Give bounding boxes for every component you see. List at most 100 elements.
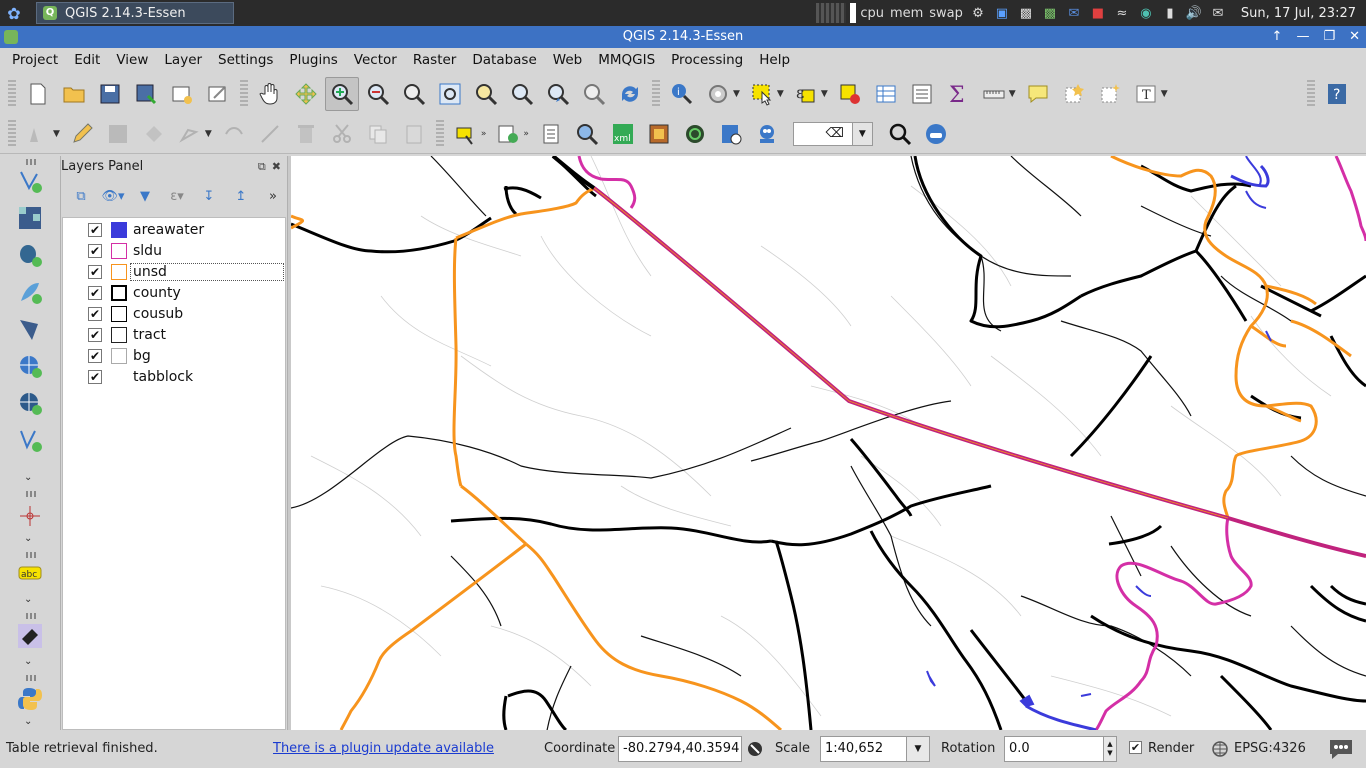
current-edits-icon[interactable] [21,117,55,151]
battery-icon[interactable]: ▮ [1161,4,1179,22]
select-by-expression-icon[interactable]: ε [789,77,823,111]
save-as-icon[interactable] [129,77,163,111]
statistical-summary-icon[interactable]: Σ [941,77,975,111]
spin-down-icon[interactable]: ▼ [1107,749,1112,758]
menu-help[interactable]: Help [751,52,798,68]
paste-features-icon[interactable] [397,117,431,151]
save-project-icon[interactable] [93,77,127,111]
deselect-all-icon[interactable] [833,77,867,111]
search-layer-icon[interactable] [570,117,604,151]
wifi-icon[interactable]: ≈ [1113,4,1131,22]
chevron-down-icon[interactable]: ▼ [733,89,740,99]
map-canvas[interactable] [291,156,1366,730]
menu-mmqgis[interactable]: MMQGIS [590,52,663,68]
taskbar-window-button[interactable]: Q QGIS 2.14.3-Essen [36,2,234,24]
toolbar-grip[interactable] [435,119,444,148]
globe-plugin-icon[interactable] [678,117,712,151]
delete-selected-icon[interactable] [289,117,323,151]
capture-point-icon[interactable] [13,499,47,533]
layer-visibility-checkbox[interactable]: ✔ [88,327,102,342]
zoom-native-icon[interactable] [397,77,431,111]
manage-visibility-icon[interactable]: 👁▾ [99,185,127,207]
new-bookmark-icon[interactable] [1057,77,1091,111]
add-wfs-layer-icon[interactable] [13,423,47,457]
layer-name[interactable]: areawater [133,222,204,238]
map-tips-icon[interactable] [1021,77,1055,111]
layer-name[interactable]: tabblock [133,369,193,385]
add-wcs-layer-icon[interactable] [13,386,47,420]
record-icon[interactable]: ■ [1089,4,1107,22]
run-feature-action-icon[interactable] [701,77,735,111]
zoom-to-selection-icon[interactable] [469,77,503,111]
refresh-icon[interactable] [613,77,647,111]
layer-name[interactable]: county [133,285,181,301]
menu-view[interactable]: View [108,52,156,68]
zoom-full-icon[interactable] [433,77,467,111]
layer-row-unsd[interactable]: ✔ unsd [63,261,285,282]
volume-icon[interactable]: 🔊 [1185,4,1203,22]
rotation-spinner[interactable]: ▲ ▼ [1103,736,1117,762]
toolbar-grip[interactable] [26,675,36,681]
chevron-down-icon[interactable]: ▼ [852,121,873,146]
chevron-right-icon[interactable]: » [481,129,487,139]
menu-processing[interactable]: Processing [663,52,751,68]
add-postgis-layer-icon[interactable] [13,238,47,272]
move-feature-icon[interactable] [173,117,207,151]
collapse-all-icon[interactable]: ↥ [227,185,255,207]
render-checkbox[interactable]: ✔ [1129,741,1142,754]
layer-symbol-swatch[interactable] [111,284,127,301]
cpu-monitor[interactable]: cpu [816,3,884,23]
layer-row-bg[interactable]: ✔ bg [63,345,285,366]
zoom-out-icon[interactable] [361,77,395,111]
copy-features-icon[interactable] [361,117,395,151]
zoom-to-layer-icon[interactable] [505,77,539,111]
expand-all-icon[interactable]: ↧ [195,185,223,207]
layer-name[interactable]: tract [133,327,166,343]
chevron-down-icon[interactable]: ⌄ [24,533,32,544]
layer-row-cousub[interactable]: ✔ cousub [63,303,285,324]
toolbar-grip[interactable] [652,80,660,108]
display-icon[interactable]: ▣ [993,4,1011,22]
chevron-down-icon[interactable]: ⌄ [24,656,32,667]
maximize-button[interactable]: ❐ [1323,26,1335,48]
toolbar-grip[interactable] [8,80,16,108]
settings-gear-icon[interactable]: ⚙ [969,4,987,22]
cut-features-icon[interactable] [325,117,359,151]
plugin-update-link[interactable]: There is a plugin update available [273,741,494,756]
more-tools-icon[interactable]: » [259,185,287,207]
float-panel-icon[interactable]: ⧉ [258,160,266,174]
layer-visibility-checkbox[interactable]: ✔ [88,306,102,321]
layer-name[interactable]: unsd [130,262,284,281]
zoom-in-icon[interactable] [325,77,359,111]
scale-field[interactable]: 1:40,652 [820,736,908,762]
layer-row-county[interactable]: ✔ county [63,282,285,303]
select-features-icon[interactable] [745,77,779,111]
layer-name[interactable]: cousub [133,306,183,322]
document-icon[interactable] [534,117,568,151]
coordinate-toggle-icon[interactable] [744,738,766,760]
layer-visibility-checkbox[interactable]: ✔ [88,348,102,363]
toolbar-grip[interactable] [26,491,36,497]
layer-symbol-swatch[interactable] [111,242,127,259]
menu-layer[interactable]: Layer [156,52,210,68]
filter-legend-icon[interactable]: ▼ [131,185,159,207]
crs-label[interactable]: EPSG:4326 [1234,741,1306,756]
mem-monitor[interactable]: mem [890,6,923,21]
pan-to-selection-icon[interactable] [289,77,323,111]
toolbar-grip[interactable] [1307,80,1315,108]
menu-project[interactable]: Project [4,52,66,68]
crs-globe-icon[interactable] [1209,738,1231,760]
show-bookmarks-icon[interactable] [1093,77,1127,111]
chevron-right-icon[interactable]: » [523,129,529,139]
spin-up-icon[interactable]: ▲ [1107,740,1112,749]
chevron-down-icon[interactable]: ▼ [777,89,784,99]
chevron-down-icon[interactable]: ▼ [1161,89,1168,99]
close-button[interactable]: ✕ [1349,26,1360,48]
zoom-next-icon[interactable] [577,77,611,111]
add-group-icon[interactable]: ⧉ [67,185,95,207]
layer-visibility-checkbox[interactable]: ✔ [88,222,102,237]
add-feature-icon[interactable] [137,117,171,151]
toggle-editing-icon[interactable] [65,117,99,151]
composer-manager-icon[interactable] [201,77,235,111]
vertex-tool-icon[interactable] [253,117,287,151]
